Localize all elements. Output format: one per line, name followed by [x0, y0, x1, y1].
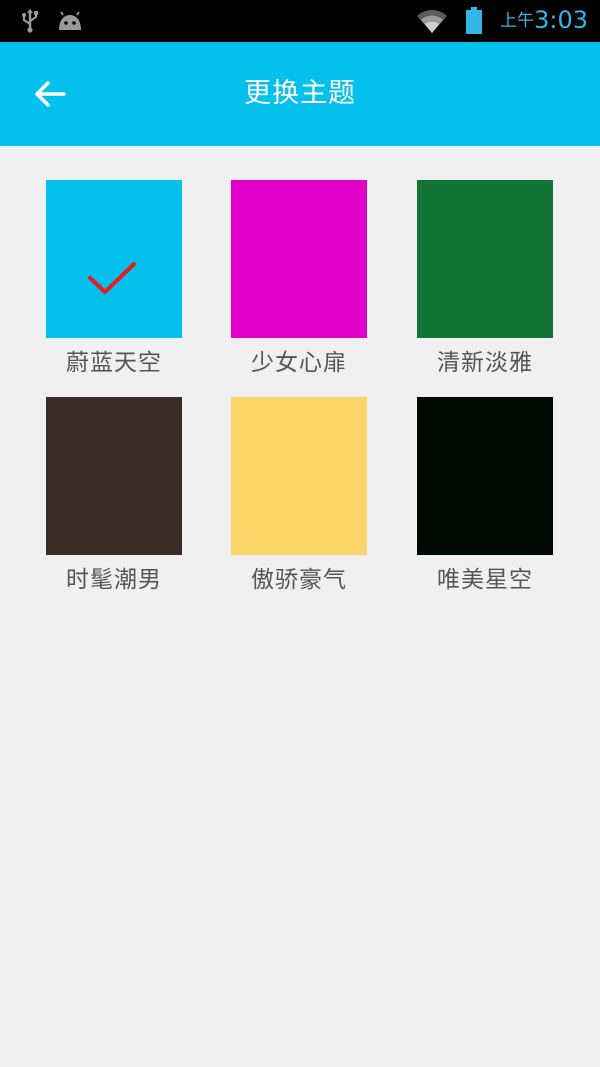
- theme-label: 傲骄豪气: [251, 567, 347, 593]
- theme-swatch: [231, 180, 367, 338]
- theme-tile-2[interactable]: 清新淡雅: [417, 180, 553, 378]
- app-bar: 更换主题: [0, 42, 600, 146]
- theme-swatch: [231, 397, 367, 555]
- theme-label: 少女心扉: [251, 350, 347, 376]
- page-title: 更换主题: [244, 78, 356, 109]
- arrow-left-icon: [35, 81, 66, 107]
- battery-icon: [465, 7, 483, 34]
- theme-swatch: [417, 180, 553, 338]
- theme-label: 时髦潮男: [66, 567, 162, 593]
- clock-ampm: 上午: [500, 11, 534, 31]
- status-bar: 上午 3:03: [0, 0, 600, 42]
- wifi-icon: [416, 8, 448, 34]
- theme-tile-4[interactable]: 傲骄豪气: [231, 397, 367, 595]
- clock-time: 3:03: [534, 6, 588, 34]
- theme-tile-1[interactable]: 少女心扉: [231, 180, 367, 378]
- checkmark-icon: [87, 261, 137, 295]
- theme-tile-5[interactable]: 唯美星空: [417, 397, 553, 595]
- theme-swatch: [417, 397, 553, 555]
- theme-label: 清新淡雅: [437, 350, 533, 376]
- theme-label: 唯美星空: [437, 567, 533, 593]
- android-icon: [56, 8, 84, 34]
- theme-label: 蔚蓝天空: [66, 350, 162, 376]
- theme-swatch: [46, 180, 182, 338]
- theme-swatch: [46, 397, 182, 555]
- theme-tile-3[interactable]: 时髦潮男: [46, 397, 182, 595]
- usb-icon: [20, 8, 40, 34]
- back-button[interactable]: [22, 70, 78, 118]
- theme-tile-0[interactable]: 蔚蓝天空: [46, 180, 182, 378]
